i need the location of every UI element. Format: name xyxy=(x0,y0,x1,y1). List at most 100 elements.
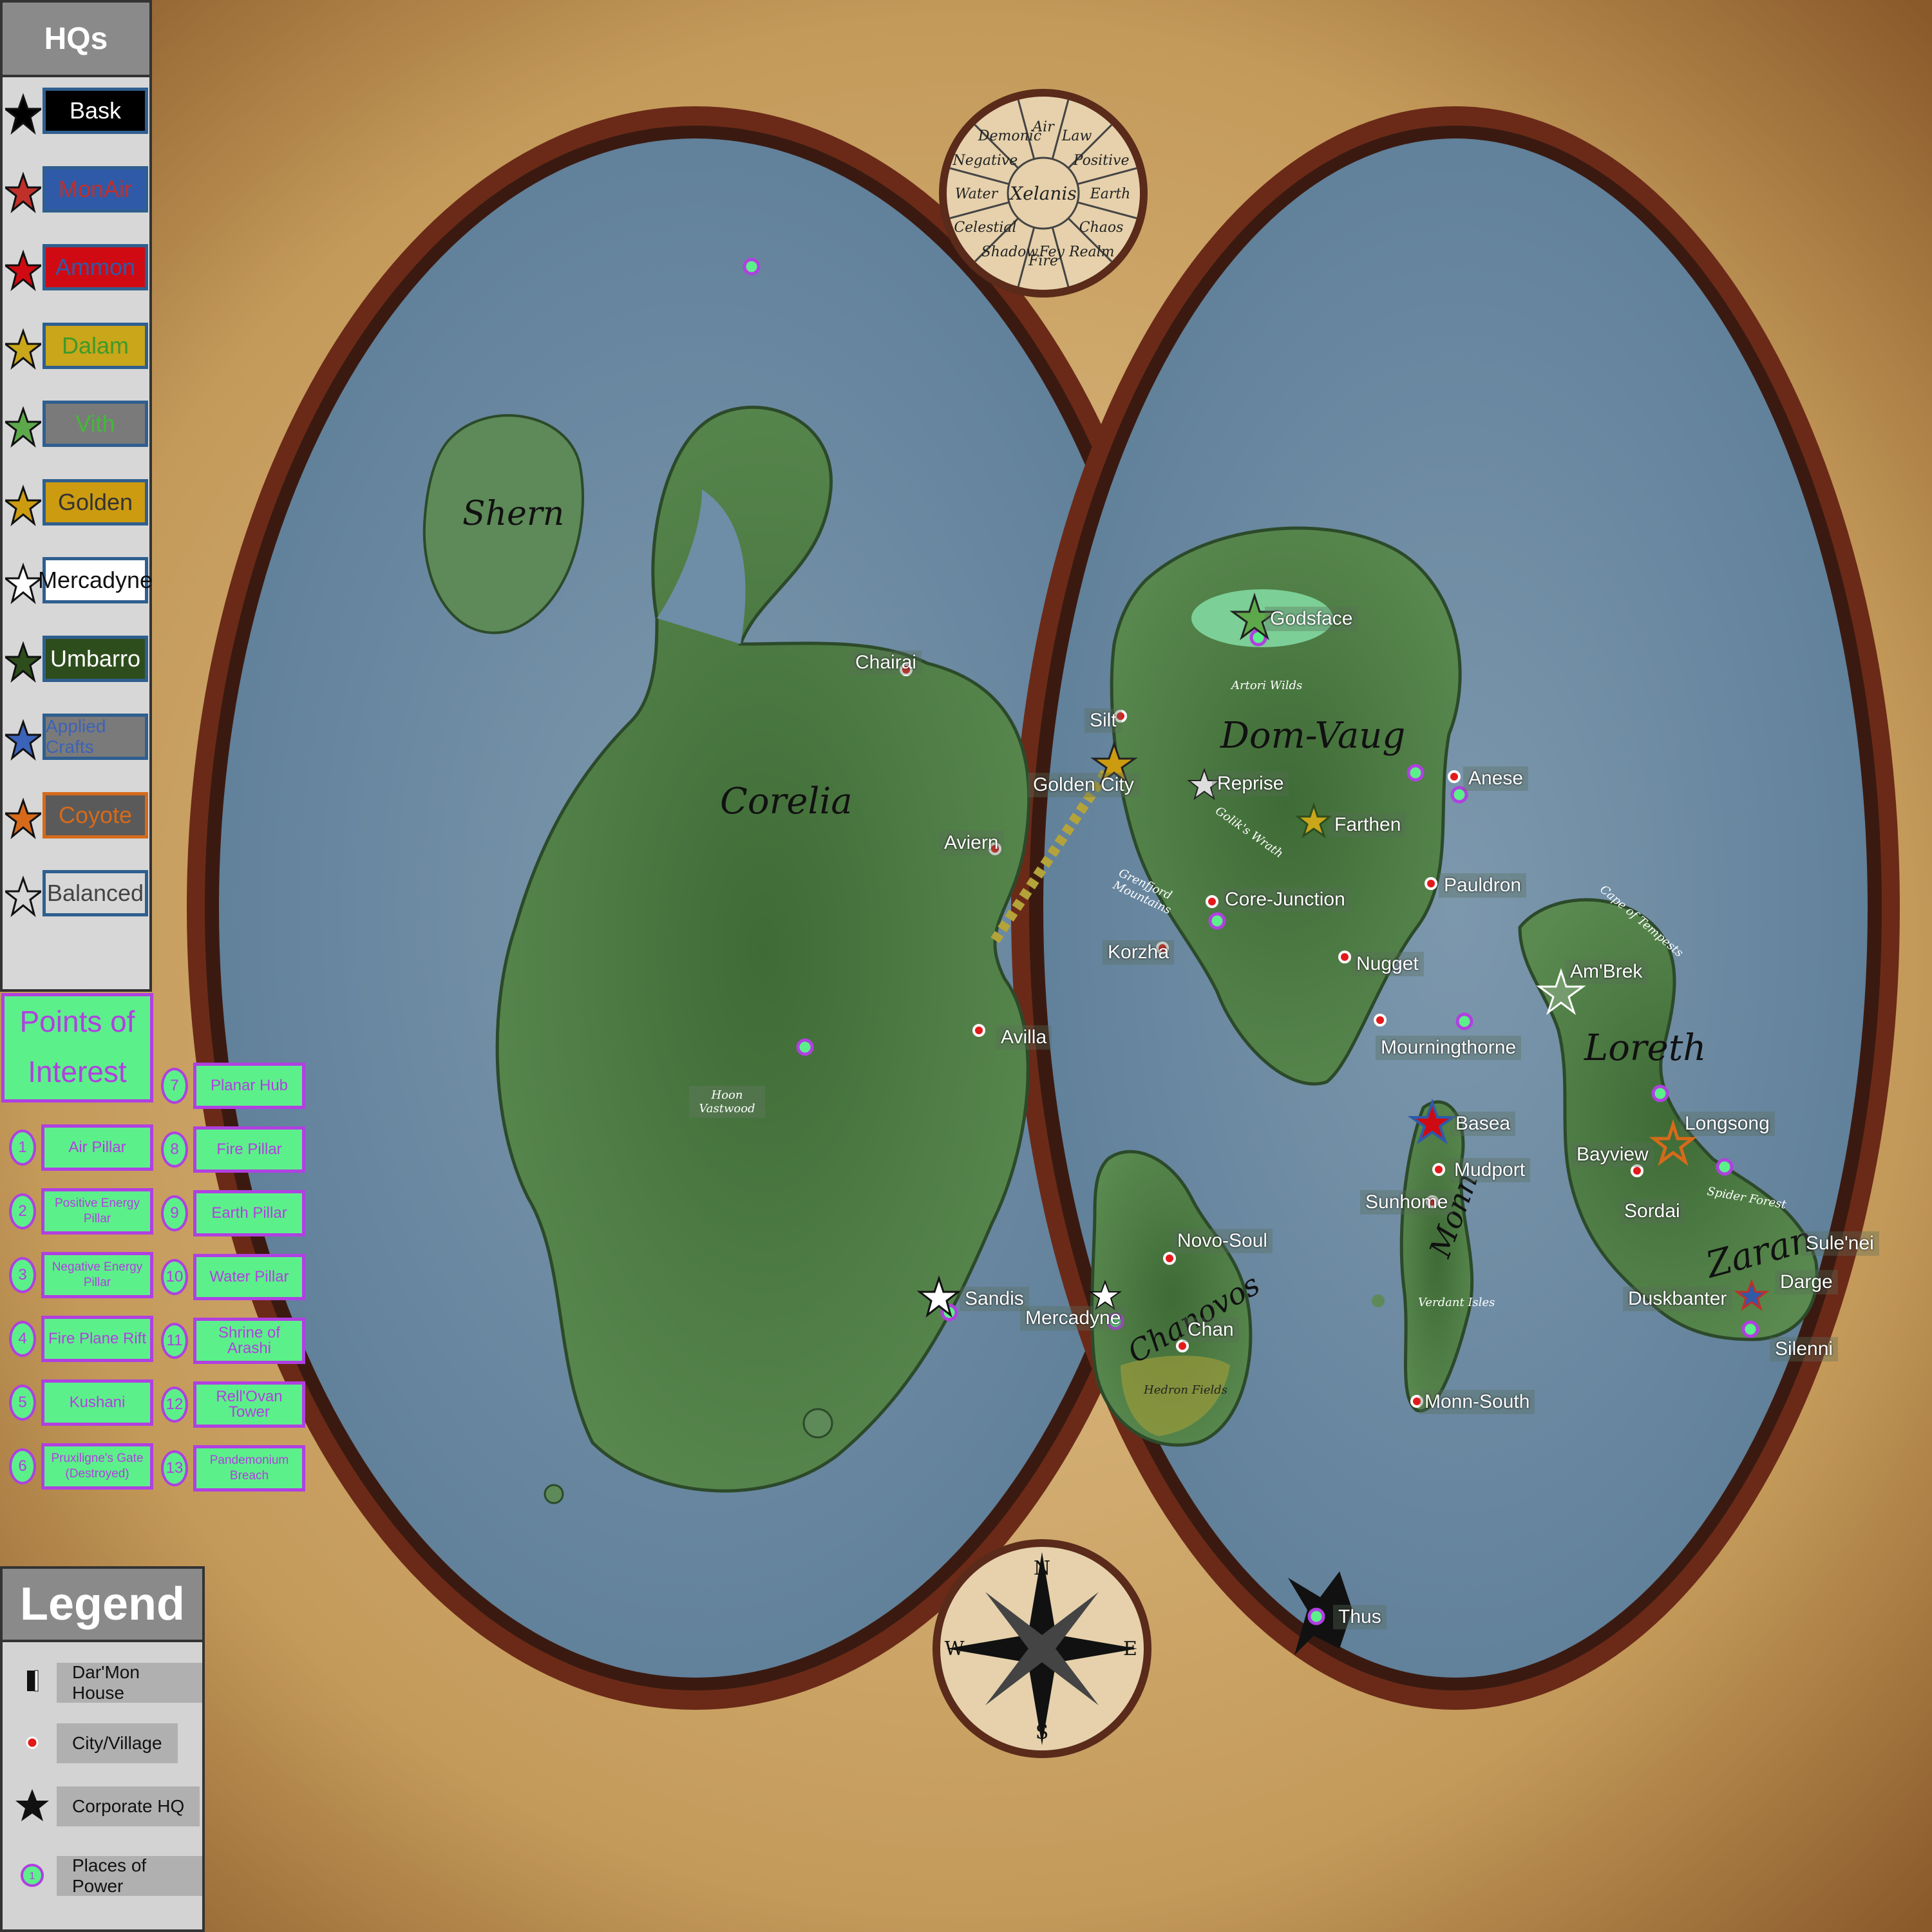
poi-item: 12 Rell'Ovan Tower xyxy=(161,1375,307,1433)
place-sunhome: Sunhome xyxy=(1360,1190,1454,1215)
star-icon xyxy=(5,327,41,370)
legend-row-house: Dar'Mon House xyxy=(3,1651,202,1713)
compass-n: N xyxy=(1034,1557,1050,1580)
legend-label: City/Village xyxy=(57,1723,178,1763)
poi-label: Rell'Ovan Tower xyxy=(193,1381,305,1428)
poi-label: Negative Energy Pillar xyxy=(41,1252,153,1298)
legend-label: Dar'Mon House xyxy=(57,1662,202,1703)
poi-label: Planar Hub xyxy=(193,1063,305,1109)
place-mercadyne: Mercadyne xyxy=(1020,1306,1126,1331)
hq-label: Golden xyxy=(43,478,148,526)
poi-item: 5 Kushani xyxy=(9,1373,155,1431)
star-icon xyxy=(5,93,41,135)
star-icon xyxy=(15,1789,49,1821)
poi-label: Positive Energy Pillar xyxy=(41,1188,153,1235)
poi-number: 13 xyxy=(161,1450,188,1486)
poi-item: 8 Fire Pillar xyxy=(161,1120,307,1178)
star-icon xyxy=(5,719,41,761)
legend-row-hq: Corporate HQ xyxy=(3,1775,202,1837)
poi-item: 7 Planar Hub xyxy=(161,1056,307,1114)
region-artori-wilds: Artori Wilds xyxy=(1231,679,1303,692)
wheel-segment-label: Positive xyxy=(1073,153,1130,169)
place-reprise: Reprise xyxy=(1212,772,1289,796)
hq-label: Balanced xyxy=(43,870,148,916)
place-sandis: Sandis xyxy=(960,1287,1029,1311)
poi-label: Kushani xyxy=(41,1379,153,1426)
city-dot-icon xyxy=(26,1736,39,1749)
poi-number: 10 xyxy=(161,1259,188,1295)
place-mudport: Mudport xyxy=(1449,1158,1531,1182)
hq-panel: HQs Bask MonAir Ammon Dalam Vith Golden Mercad… xyxy=(0,0,153,992)
place-aviern: Aviern xyxy=(939,831,1004,855)
place-ambrek: Am'Brek xyxy=(1565,960,1648,984)
place-thus: Thus xyxy=(1333,1605,1387,1629)
compass-rose: N S E W xyxy=(933,1539,1151,1758)
compass-w: W xyxy=(945,1638,965,1660)
hq-row-applied-crafts: Applied Crafts xyxy=(3,703,152,774)
wheel-segment-label: Demonic xyxy=(978,128,1041,144)
hq-row-dalam: Dalam xyxy=(3,312,152,383)
poi-label: Fire Pillar xyxy=(193,1126,305,1173)
hq-row-vith: Vith xyxy=(3,390,152,461)
star-icon xyxy=(5,406,41,448)
wheel-segment-label: Celestial xyxy=(954,220,1016,236)
poi-label: Fire Plane Rift xyxy=(41,1316,153,1362)
place-basea: Basea xyxy=(1450,1112,1516,1136)
place-monn-south: Monn-South xyxy=(1419,1390,1535,1414)
poi-label: Water Pillar xyxy=(193,1254,305,1300)
hq-row-umbarro: Umbarro xyxy=(3,625,152,696)
hq-row-ammon: Ammon xyxy=(3,234,152,305)
east-hemisphere xyxy=(1011,106,1900,1710)
hq-label: Coyote xyxy=(43,791,148,838)
poi-item: 6 Pruxiligne's Gate (Destroyed) xyxy=(9,1437,155,1495)
poi-number: 4 xyxy=(9,1321,36,1357)
hq-row-bask: Bask xyxy=(3,77,152,148)
place-bayview: Bayview xyxy=(1571,1142,1654,1167)
hq-row-mercadyne: Mercadyne xyxy=(3,547,153,618)
compass-e: E xyxy=(1123,1638,1137,1660)
place-chairai: Chairai xyxy=(850,650,922,675)
place-darge: Darge xyxy=(1775,1270,1838,1294)
poi-number: 9 xyxy=(161,1195,188,1231)
region-shern: Shern xyxy=(462,495,565,533)
hq-label: Umbarro xyxy=(43,635,148,682)
hq-label: Ammon xyxy=(43,244,148,290)
place-pauldron: Pauldron xyxy=(1439,873,1527,898)
place-golden-city: Golden City xyxy=(1028,773,1139,797)
place-novo-soul: Novo-Soul xyxy=(1172,1229,1273,1253)
islet xyxy=(544,1484,564,1504)
place-sordai: Sordai xyxy=(1619,1199,1685,1224)
hq-label: Applied Crafts xyxy=(43,714,148,760)
star-icon xyxy=(5,875,41,918)
poi-item: 11 Shrine of Arashi xyxy=(161,1311,307,1369)
poi-number: 7 xyxy=(161,1068,188,1104)
wheel-segment-label: Water xyxy=(955,186,999,202)
region-hedron-fields: Hedron Fields xyxy=(1144,1383,1228,1397)
poi-number: 5 xyxy=(9,1385,36,1421)
poi-item: 1 Air Pillar xyxy=(9,1118,155,1176)
hq-row-monair: MonAir xyxy=(3,156,152,227)
poi-number: 12 xyxy=(161,1387,188,1423)
star-icon xyxy=(5,249,41,292)
poi-item: 9 Earth Pillar xyxy=(161,1184,307,1242)
poi-label: Air Pillar xyxy=(41,1124,153,1171)
poi-number: 8 xyxy=(161,1132,188,1168)
poi-item: 2 Positive Energy Pillar xyxy=(9,1182,155,1240)
place-longsong: Longsong xyxy=(1680,1112,1775,1136)
legend-panel: Legend Dar'Mon House City/Village Corpor… xyxy=(0,1566,205,1932)
poi-label: Shrine of Arashi xyxy=(193,1318,305,1364)
legend-label: Corporate HQ xyxy=(57,1786,200,1826)
star-icon xyxy=(5,562,41,605)
wheel-segment-label: Law xyxy=(1061,128,1092,144)
place-core-junction: Core-Junction xyxy=(1220,887,1350,912)
islet xyxy=(802,1408,833,1439)
power-circle-icon: 1 xyxy=(21,1864,44,1887)
place-avilla: Avilla xyxy=(996,1025,1052,1050)
place-mourningthorne: Mourningthorne xyxy=(1376,1036,1522,1060)
planes-wheel: AirLawPositiveEarthChaosFey RealmFireSha… xyxy=(939,89,1148,298)
place-chan: Chan xyxy=(1182,1318,1239,1342)
wheel-segment-label: Chaos xyxy=(1079,220,1124,236)
star-icon xyxy=(5,484,41,526)
islet xyxy=(1372,1294,1385,1307)
star-icon xyxy=(5,171,41,213)
